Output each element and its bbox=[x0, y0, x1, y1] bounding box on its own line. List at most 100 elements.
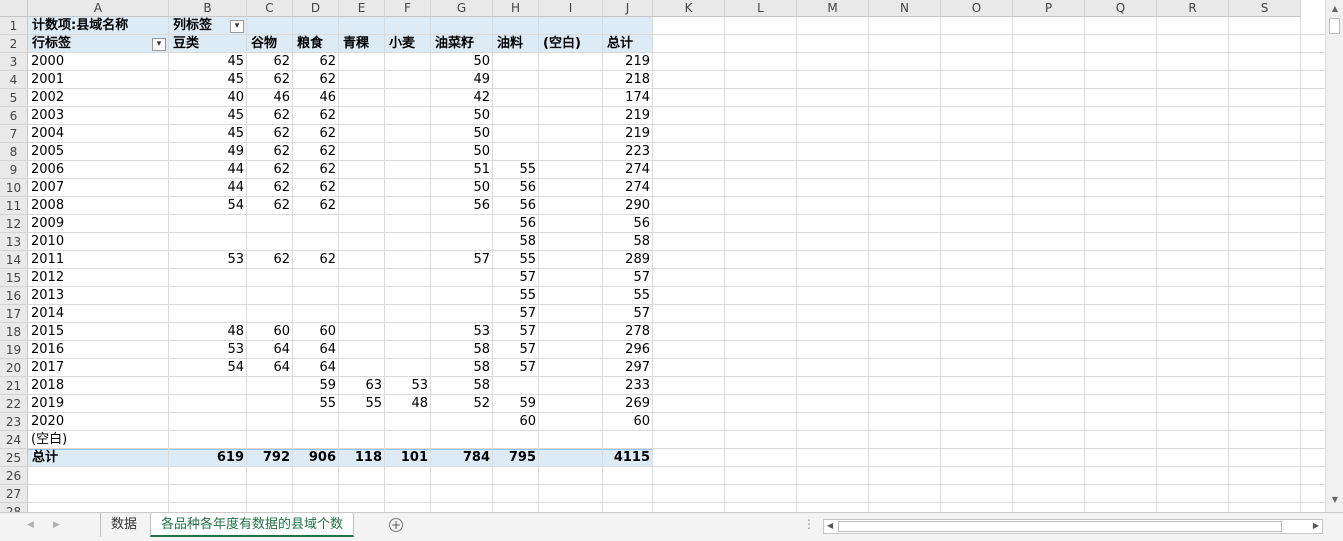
pivot-row-label[interactable]: 2012 bbox=[31, 269, 64, 287]
column-header-d[interactable]: D bbox=[293, 0, 339, 17]
column-header-r[interactable]: R bbox=[1157, 0, 1229, 17]
pivot-category-header[interactable]: 粮食 bbox=[297, 35, 323, 53]
pivot-value-cell[interactable]: 290 bbox=[603, 197, 653, 215]
column-header-k[interactable]: K bbox=[653, 0, 725, 17]
pivot-value-cell[interactable]: 57 bbox=[493, 305, 539, 323]
pivot-value-cell[interactable]: 45 bbox=[169, 125, 247, 143]
column-header-n[interactable]: N bbox=[869, 0, 941, 17]
pivot-total-value[interactable]: 118 bbox=[339, 449, 385, 467]
tab-scroll-left-icon[interactable]: ◀ bbox=[27, 520, 34, 530]
pivot-value-cell[interactable]: 50 bbox=[431, 125, 493, 143]
vertical-scroll-thumb[interactable] bbox=[1329, 18, 1340, 34]
pivot-row-label[interactable]: 2017 bbox=[31, 359, 64, 377]
pivot-value-cell[interactable]: 269 bbox=[603, 395, 653, 413]
pivot-value-cell[interactable]: 296 bbox=[603, 341, 653, 359]
pivot-value-cell[interactable]: 274 bbox=[603, 179, 653, 197]
horizontal-scrollbar[interactable]: ◀ ▶ bbox=[823, 519, 1323, 534]
row-header-4[interactable]: 4 bbox=[0, 71, 28, 89]
pivot-row-label[interactable]: 2015 bbox=[31, 323, 64, 341]
pivot-value-cell[interactable]: 223 bbox=[603, 143, 653, 161]
column-header-i[interactable]: I bbox=[539, 0, 603, 17]
row-header-5[interactable]: 5 bbox=[0, 89, 28, 107]
pivot-value-cell[interactable]: 55 bbox=[493, 161, 539, 179]
pivot-value-cell[interactable]: 60 bbox=[603, 413, 653, 431]
pivot-value-cell[interactable]: 54 bbox=[169, 197, 247, 215]
scroll-down-icon[interactable]: ▼ bbox=[1329, 494, 1341, 506]
column-header-e[interactable]: E bbox=[339, 0, 385, 17]
pivot-value-cell[interactable]: 44 bbox=[169, 179, 247, 197]
pivot-value-cell[interactable]: 64 bbox=[293, 359, 339, 377]
pivot-value-cell[interactable]: 60 bbox=[247, 323, 293, 341]
pivot-category-header[interactable]: 油菜籽 bbox=[435, 35, 474, 53]
row-header-16[interactable]: 16 bbox=[0, 287, 28, 305]
pivot-row-label[interactable]: 2005 bbox=[31, 143, 64, 161]
row-header-21[interactable]: 21 bbox=[0, 377, 28, 395]
pivot-value-cell[interactable]: 62 bbox=[293, 125, 339, 143]
pivot-row-label[interactable]: 2008 bbox=[31, 197, 64, 215]
column-header-j[interactable]: J bbox=[603, 0, 653, 17]
pivot-value-cell[interactable]: 62 bbox=[293, 161, 339, 179]
pivot-total-value[interactable]: 792 bbox=[247, 449, 293, 467]
row-header-22[interactable]: 22 bbox=[0, 395, 28, 413]
pivot-value-cell[interactable]: 63 bbox=[339, 377, 385, 395]
row-header-24[interactable]: 24 bbox=[0, 431, 28, 449]
pivot-row-label[interactable]: 2001 bbox=[31, 71, 64, 89]
pivot-value-cell[interactable]: 55 bbox=[603, 287, 653, 305]
pivot-value-cell[interactable]: 60 bbox=[493, 413, 539, 431]
pivot-value-cell[interactable]: 62 bbox=[247, 161, 293, 179]
pivot-value-cell[interactable]: 55 bbox=[493, 287, 539, 305]
row-header-27[interactable]: 27 bbox=[0, 485, 28, 503]
column-header-h[interactable]: H bbox=[493, 0, 539, 17]
tab-scroll-right-icon[interactable]: ▶ bbox=[53, 520, 60, 530]
column-header-o[interactable]: O bbox=[941, 0, 1013, 17]
column-header-b[interactable]: B bbox=[169, 0, 247, 17]
horizontal-scroll-thumb[interactable] bbox=[838, 521, 1282, 532]
row-header-15[interactable]: 15 bbox=[0, 269, 28, 287]
pivot-value-cell[interactable]: 58 bbox=[493, 233, 539, 251]
add-sheet-icon[interactable]: + bbox=[389, 518, 403, 532]
pivot-row-label[interactable]: 2004 bbox=[31, 125, 64, 143]
pivot-value-cell[interactable]: 219 bbox=[603, 107, 653, 125]
row-header-11[interactable]: 11 bbox=[0, 197, 28, 215]
pivot-value-cell[interactable]: 45 bbox=[169, 53, 247, 71]
pivot-category-header[interactable]: 豆类 bbox=[173, 35, 199, 53]
pivot-value-cell[interactable]: 59 bbox=[493, 395, 539, 413]
pivot-value-cell[interactable]: 56 bbox=[603, 215, 653, 233]
row-header-20[interactable]: 20 bbox=[0, 359, 28, 377]
column-header-g[interactable]: G bbox=[431, 0, 493, 17]
sheet-tab-county-count[interactable]: 各品种各年度有数据的县域个数 bbox=[150, 513, 355, 537]
row-header-12[interactable]: 12 bbox=[0, 215, 28, 233]
pivot-value-cell[interactable]: 54 bbox=[169, 359, 247, 377]
pivot-value-cell[interactable]: 57 bbox=[493, 269, 539, 287]
pivot-value-cell[interactable]: 49 bbox=[169, 143, 247, 161]
pivot-value-cell[interactable]: 46 bbox=[293, 89, 339, 107]
pivot-row-label[interactable]: 2013 bbox=[31, 287, 64, 305]
pivot-row-label[interactable]: 2003 bbox=[31, 107, 64, 125]
pivot-value-cell[interactable]: 60 bbox=[293, 323, 339, 341]
pivot-value-cell[interactable]: 62 bbox=[293, 71, 339, 89]
pivot-value-cell[interactable]: 53 bbox=[431, 323, 493, 341]
pivot-value-cell[interactable]: 56 bbox=[493, 179, 539, 197]
pivot-row-label[interactable]: 2006 bbox=[31, 161, 64, 179]
pivot-row-label[interactable]: 2007 bbox=[31, 179, 64, 197]
row-filter-dropdown-icon[interactable]: ▾ bbox=[152, 38, 166, 51]
pivot-category-header[interactable]: (空白) bbox=[543, 35, 581, 53]
pivot-value-cell[interactable]: 62 bbox=[247, 125, 293, 143]
pivot-count-label[interactable]: 计数项:县域名称 bbox=[32, 17, 128, 35]
pivot-row-label[interactable]: 2002 bbox=[31, 89, 64, 107]
pivot-value-cell[interactable]: 57 bbox=[493, 359, 539, 377]
pivot-value-cell[interactable]: 174 bbox=[603, 89, 653, 107]
pivot-value-cell[interactable]: 219 bbox=[603, 125, 653, 143]
row-header-19[interactable]: 19 bbox=[0, 341, 28, 359]
pivot-value-cell[interactable]: 219 bbox=[603, 53, 653, 71]
row-header-1[interactable]: 1 bbox=[0, 17, 28, 35]
pivot-value-cell[interactable]: 218 bbox=[603, 71, 653, 89]
pivot-value-cell[interactable]: 55 bbox=[493, 251, 539, 269]
pivot-category-header[interactable]: 总计 bbox=[607, 35, 633, 53]
pivot-value-cell[interactable]: 62 bbox=[293, 179, 339, 197]
row-header-2[interactable]: 2 bbox=[0, 35, 28, 53]
vertical-scrollbar[interactable]: ▲ ▼ bbox=[1325, 0, 1343, 512]
pivot-value-cell[interactable]: 58 bbox=[603, 233, 653, 251]
pivot-row-label[interactable]: 2019 bbox=[31, 395, 64, 413]
column-filter-dropdown-icon[interactable]: ▾ bbox=[230, 20, 244, 33]
